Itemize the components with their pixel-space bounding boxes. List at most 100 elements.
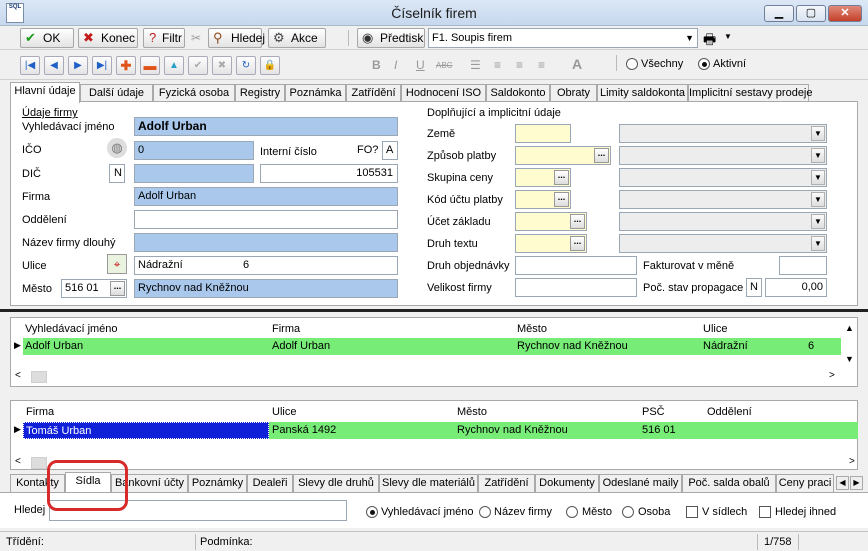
globe-icon[interactable]: ◍ [107, 138, 127, 158]
ellipsis-button[interactable]: ... [554, 192, 569, 207]
poc-stav-flag[interactable]: N [746, 278, 762, 297]
ok-button[interactable]: ✔ OK [20, 28, 74, 48]
mesto-field[interactable]: Rychnov nad Kněžnou [134, 279, 398, 298]
delete-icon[interactable]: ▬ [140, 56, 160, 75]
scissors-icon[interactable]: ✂ [191, 31, 201, 45]
scroll-right-icon[interactable]: > [829, 370, 835, 381]
refresh-icon[interactable]: ↻ [236, 56, 256, 75]
grid-header[interactable]: Město [517, 323, 547, 335]
tab-poc-salda-obalu[interactable]: Poč. salda obalů [682, 474, 776, 492]
ellipsis-button[interactable]: ... [594, 148, 609, 163]
printer-dropdown-icon[interactable]: ▼ [724, 32, 732, 41]
next-icon[interactable]: ▶ [68, 56, 88, 75]
zeme-select[interactable]: ▼ [619, 124, 827, 143]
oddeleni-field[interactable] [134, 210, 398, 229]
interni-field[interactable]: 105531 [260, 164, 398, 183]
scroll-right-icon[interactable]: > [849, 456, 855, 467]
zpusob-select[interactable]: ▼ [619, 146, 827, 165]
horizontal-scrollbar-thumb[interactable] [31, 457, 47, 469]
tab-poznamka[interactable]: Poznámka [285, 84, 346, 102]
maximize-button[interactable]: ▢ [796, 5, 826, 22]
dic-flag[interactable]: N [109, 164, 125, 183]
grid-header[interactable]: Vyhledávací jméno [25, 323, 118, 335]
scroll-left-icon[interactable]: < [15, 370, 21, 381]
bold-icon[interactable]: B [372, 58, 381, 72]
tab-dealeri[interactable]: Dealeři [247, 474, 293, 492]
close-button[interactable]: ✕ [828, 5, 862, 22]
kod-uctu-select[interactable]: ▼ [619, 190, 827, 209]
nazev-dlouhy-field[interactable] [134, 233, 398, 252]
grid-header[interactable]: Ulice [272, 406, 296, 418]
tab-implicitni-sestavy[interactable]: Implicitní sestavy prodeje [688, 84, 813, 102]
map-icon[interactable]: ⌖ [107, 254, 127, 274]
scroll-down-icon[interactable]: ▼ [845, 354, 854, 364]
psc-field[interactable]: 516 01... [61, 279, 127, 298]
dic-field[interactable] [134, 164, 254, 183]
table-row[interactable]: Tomáš Urban Panská 1492 Rychnov nad Kněž… [23, 422, 858, 439]
prev-icon[interactable]: ◀ [44, 56, 64, 75]
radio-mesto[interactable] [566, 506, 578, 518]
grid-header[interactable]: Ulice [703, 323, 727, 335]
tab-obraty[interactable]: Obraty [550, 84, 597, 102]
scroll-left-icon[interactable]: < [15, 456, 21, 467]
tab-fyzicka-osoba[interactable]: Fyzická osoba [153, 84, 235, 102]
tab-zatrideni[interactable]: Zatřídění [346, 84, 401, 102]
tab-dokumenty[interactable]: Dokumenty [535, 474, 599, 492]
grid-header[interactable]: Firma [272, 323, 300, 335]
ellipsis-button[interactable]: ... [570, 236, 585, 251]
font-color-icon[interactable]: A [572, 56, 582, 72]
radio-vyhledavaci-jmeno[interactable] [366, 506, 378, 518]
cancel-icon[interactable]: ✖ [212, 56, 232, 75]
align-left-icon[interactable]: ≡ [494, 58, 501, 72]
druh-obj-field[interactable] [515, 256, 637, 275]
tab-hlavni-udaje[interactable]: Hlavní údaje [10, 82, 80, 103]
report-select[interactable]: F1. Soupis firem ▼ [428, 28, 698, 48]
tabs-scroll-left-icon[interactable]: ◀ [836, 476, 849, 490]
radio-nazev-firmy[interactable] [479, 506, 491, 518]
minimize-button[interactable]: ▁ [764, 5, 794, 22]
tab-limity-saldokonta[interactable]: Limity saldokonta [597, 84, 688, 102]
ellipsis-button[interactable]: ... [554, 170, 569, 185]
grid-header[interactable]: PSČ [642, 406, 665, 418]
ellipsis-button[interactable]: ... [110, 281, 125, 296]
skupina-select[interactable]: ▼ [619, 168, 827, 187]
firma-field[interactable]: Adolf Urban [134, 187, 398, 206]
tab-odeslane-maily[interactable]: Odeslané maily [599, 474, 682, 492]
align-center-icon[interactable]: ≡ [516, 58, 523, 72]
tab-zatrideni-bottom[interactable]: Zatřídění [478, 474, 535, 492]
tab-ceny-praci[interactable]: Ceny praci [776, 474, 834, 492]
aktivni-radio[interactable] [698, 58, 710, 70]
scroll-up-icon[interactable]: ▲ [845, 323, 854, 333]
ulice-field[interactable]: Nádražní 6 [134, 256, 398, 275]
akce-button[interactable]: ⚙ Akce [268, 28, 326, 48]
checkbox-v-sidlech[interactable] [686, 506, 698, 518]
poc-stav-field[interactable]: 0,00 [765, 278, 827, 297]
lock-icon[interactable]: 🔒 [260, 56, 280, 75]
ucet-zakladu-field[interactable]: ... [515, 212, 587, 231]
tabs-scroll-right-icon[interactable]: ▶ [850, 476, 863, 490]
skupina-field[interactable]: ... [515, 168, 571, 187]
ucet-zakladu-select[interactable]: ▼ [619, 212, 827, 231]
grid-header[interactable]: Firma [26, 406, 54, 418]
ico-field[interactable]: 0 [134, 141, 254, 160]
underline-icon[interactable]: U [416, 58, 425, 72]
zeme-field[interactable] [515, 124, 571, 143]
tab-registry[interactable]: Registry [235, 84, 285, 102]
fakturovat-field[interactable] [779, 256, 827, 275]
filtr-button[interactable]: ? Filtr [143, 28, 185, 48]
strikethrough-icon[interactable]: ABC [436, 61, 452, 70]
tab-slevy-dle-druhu[interactable]: Slevy dle druhů [293, 474, 379, 492]
align-right-icon[interactable]: ≡ [538, 58, 545, 72]
ellipsis-button[interactable]: ... [570, 214, 585, 229]
table-row[interactable]: Adolf Urban Adolf Urban Rychnov nad Kněž… [23, 338, 841, 355]
hledej-button[interactable]: ⚲ Hledej [208, 28, 265, 48]
predtisk-button[interactable]: ◉ Předtisk [357, 28, 425, 48]
list-icon[interactable]: ☰ [470, 58, 481, 72]
tab-poznamky[interactable]: Poznámky [188, 474, 247, 492]
konec-button[interactable]: ✖ Konec [78, 28, 138, 48]
tab-hodnoceni-iso[interactable]: Hodnocení ISO [401, 84, 486, 102]
splitter[interactable] [0, 309, 868, 312]
tab-dalsi-udaje[interactable]: Další údaje [80, 84, 153, 102]
radio-osoba[interactable] [622, 506, 634, 518]
last-icon[interactable]: ▶| [92, 56, 112, 75]
